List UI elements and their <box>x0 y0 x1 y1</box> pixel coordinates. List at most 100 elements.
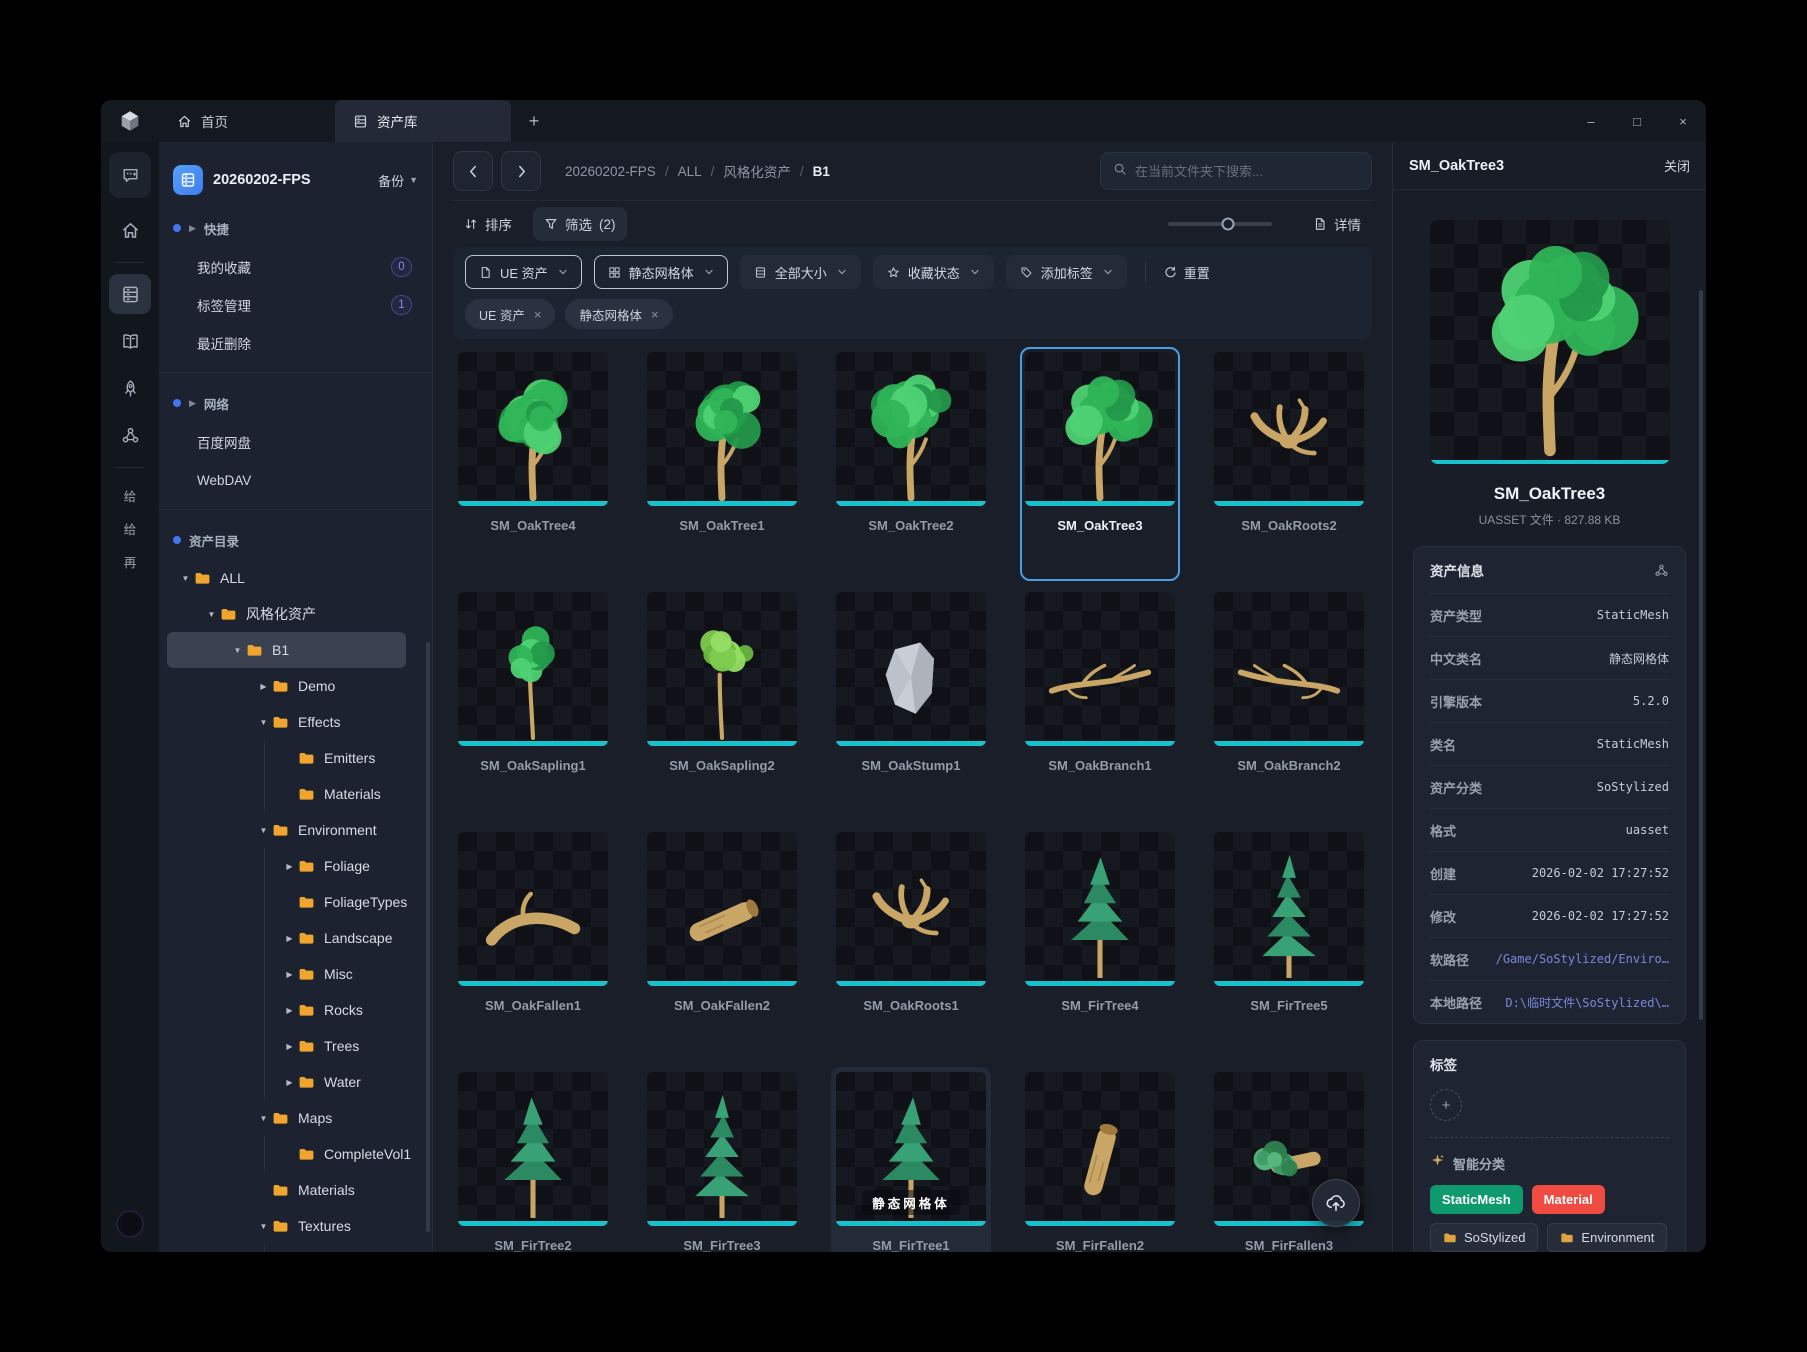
home-rail-button[interactable] <box>109 210 151 250</box>
rail-label-2[interactable]: 给 <box>124 519 137 538</box>
asset-card-SM_OakFallen2[interactable]: SM_OakFallen2 <box>642 827 802 1061</box>
maximize-button[interactable]: □ <box>1614 100 1660 142</box>
asset-card-SM_FirTree3[interactable]: SM_FirTree3 <box>642 1067 802 1252</box>
asset-card-SM_OakSapling1[interactable]: SM_OakSapling1 <box>453 587 613 821</box>
tree-caret-icon[interactable]: ▼ <box>255 718 272 727</box>
smart-tag-Environment[interactable]: Environment <box>1547 1223 1667 1252</box>
tree-item-Demo[interactable]: ▶Demo <box>167 668 406 704</box>
asset-card-SM_OakRoots2[interactable]: SM_OakRoots2 <box>1209 347 1369 581</box>
breadcrumb-item[interactable]: 20260202-FPS <box>565 164 656 179</box>
filter-size-button[interactable]: 全部大小 <box>740 255 861 289</box>
rocket-button[interactable] <box>109 368 151 408</box>
smart-tag-StaticMesh[interactable]: StaticMesh <box>1430 1185 1523 1214</box>
section-header[interactable]: ▶网络 <box>159 383 432 423</box>
breadcrumb-item[interactable]: B1 <box>813 164 830 179</box>
feedback-chat-button[interactable] <box>109 152 151 198</box>
reset-filters-button[interactable]: 重置 <box>1164 263 1210 282</box>
info-value[interactable]: /Game/SoStylized/Enviro… <box>1481 952 1669 966</box>
library-header[interactable]: 20260202-FPS 备份▼ <box>159 152 432 208</box>
asset-card-SM_FirFallen2[interactable]: SM_FirFallen2 <box>1020 1067 1180 1252</box>
sidebar-item[interactable]: 我的收藏0 <box>159 248 432 286</box>
forward-button[interactable] <box>501 151 541 191</box>
tree-caret-icon[interactable]: ▶ <box>281 1078 298 1087</box>
asset-card-SM_OakBranch2[interactable]: SM_OakBranch2 <box>1209 587 1369 821</box>
relations-icon[interactable] <box>1654 563 1669 578</box>
tree-caret-icon[interactable]: ▶ <box>281 970 298 979</box>
asset-library-rail-button[interactable] <box>109 274 151 314</box>
tree-item-CompleteVol1[interactable]: CompleteVol1 <box>167 1136 406 1172</box>
tree-item-Effects[interactable]: ▼Effects <box>167 704 406 740</box>
tree-item-Materials[interactable]: Materials <box>167 1172 406 1208</box>
tree-item-Environment[interactable]: ▼Environment <box>167 812 406 848</box>
search-box[interactable] <box>1100 152 1372 190</box>
tree-caret-icon[interactable]: ▶ <box>281 862 298 871</box>
asset-card-SM_OakTree3[interactable]: SM_OakTree3 <box>1020 347 1180 581</box>
tree-item-风格化资产[interactable]: ▼风格化资产 <box>167 596 406 632</box>
tree-item-Misc[interactable]: ▶Misc <box>167 956 406 992</box>
tree-caret-icon[interactable]: ▶ <box>255 682 272 691</box>
tree-caret-icon[interactable]: ▼ <box>255 1114 272 1123</box>
tree-caret-icon[interactable]: ▼ <box>255 826 272 835</box>
filter-static-mesh-button[interactable]: 静态网格体 <box>594 255 728 289</box>
remove-chip-icon[interactable]: × <box>534 307 542 322</box>
asset-card-SM_OakTree1[interactable]: SM_OakTree1 <box>642 347 802 581</box>
minimize-button[interactable]: – <box>1568 100 1614 142</box>
tree-item-Maps[interactable]: ▼Maps <box>167 1100 406 1136</box>
new-tab-button[interactable]: + <box>511 100 557 142</box>
tree-item-B1[interactable]: ▼B1 <box>167 632 406 668</box>
close-button[interactable]: × <box>1660 100 1706 142</box>
tree-caret-icon[interactable]: ▼ <box>229 646 246 655</box>
upload-float-button[interactable] <box>1312 1179 1360 1227</box>
asset-preview[interactable] <box>1430 220 1670 464</box>
asset-card-SM_OakTree4[interactable]: SM_OakTree4 <box>453 347 613 581</box>
tree-caret-icon[interactable]: ▶ <box>281 934 298 943</box>
filter-chip[interactable]: 静态网格体× <box>565 299 672 329</box>
sidebar-item[interactable]: 标签管理1 <box>159 286 432 324</box>
sidebar-item[interactable]: WebDAV <box>159 461 432 499</box>
search-input[interactable] <box>1135 164 1359 179</box>
tree-item-Materials[interactable]: Materials <box>167 776 406 812</box>
tree-item-FoliageTypes[interactable]: FoliageTypes <box>167 884 406 920</box>
info-value[interactable]: D:\临时文件\SoStylized\… <box>1494 994 1669 1011</box>
asset-card-SM_FirTree2[interactable]: SM_FirTree2 <box>453 1067 613 1252</box>
tree-item-Landscape[interactable]: ▶Landscape <box>167 920 406 956</box>
tree-item-Foliage[interactable]: ▶Foliage <box>167 848 406 884</box>
network-share-button[interactable] <box>109 415 151 455</box>
tab-asset-library[interactable]: 资产库 <box>335 100 511 142</box>
sidebar-item[interactable]: 百度网盘 <box>159 423 432 461</box>
asset-card-SM_OakFallen1[interactable]: SM_OakFallen1 <box>453 827 613 1061</box>
section-header[interactable]: ▶快捷 <box>159 208 432 248</box>
filter-button[interactable]: 筛选 (2) <box>533 207 627 241</box>
tree-caret-icon[interactable]: ▶ <box>281 1042 298 1051</box>
add-tag-button[interactable]: + <box>1430 1089 1462 1121</box>
detail-scrollbar[interactable] <box>1699 290 1703 1020</box>
backup-dropdown[interactable]: 备份▼ <box>378 171 418 190</box>
filter-add-tag-button[interactable]: 添加标签 <box>1006 255 1127 289</box>
asset-card-SM_OakStump1[interactable]: SM_OakStump1 <box>831 587 991 821</box>
asset-card-SM_OakBranch1[interactable]: SM_OakBranch1 <box>1020 587 1180 821</box>
breadcrumb-item[interactable]: 风格化资产 <box>723 161 791 181</box>
tree-item-Trees[interactable]: ▶Trees <box>167 1028 406 1064</box>
filter-ue-asset-button[interactable]: UE 资产 <box>465 255 582 289</box>
tree-item-Water[interactable]: ▶Water <box>167 1064 406 1100</box>
tree-item-Textures[interactable]: ▼Textures <box>167 1208 406 1244</box>
tree-caret-icon[interactable]: ▼ <box>255 1222 272 1231</box>
asset-card-SM_OakRoots1[interactable]: SM_OakRoots1 <box>831 827 991 1061</box>
docs-book-button[interactable] <box>109 321 151 361</box>
sidebar-scrollbar[interactable] <box>426 642 430 1232</box>
rail-label-1[interactable]: 给 <box>124 486 137 505</box>
tree-item-Emitters[interactable]: Emitters <box>167 740 406 776</box>
tree-item-ALL[interactable]: ▼ALL <box>167 560 406 596</box>
asset-card-SM_OakTree2[interactable]: SM_OakTree2 <box>831 347 991 581</box>
asset-card-SM_OakSapling2[interactable]: SM_OakSapling2 <box>642 587 802 821</box>
asset-card-SM_FirTree1[interactable]: 静态网格体SM_FirTree1 <box>831 1067 991 1252</box>
tab-home[interactable]: 首页 <box>159 100 335 142</box>
filter-favorite-button[interactable]: 收藏状态 <box>873 255 994 289</box>
smart-tag-SoStylized[interactable]: SoStylized <box>1430 1223 1538 1252</box>
details-button[interactable]: 详情 <box>1302 207 1372 241</box>
tree-item-Gradients[interactable]: Gradients <box>167 1244 406 1252</box>
rail-label-3[interactable]: 再 <box>124 552 137 571</box>
asset-card-SM_FirTree5[interactable]: SM_FirTree5 <box>1209 827 1369 1061</box>
back-button[interactable] <box>453 151 493 191</box>
slider-knob[interactable] <box>1222 218 1235 231</box>
